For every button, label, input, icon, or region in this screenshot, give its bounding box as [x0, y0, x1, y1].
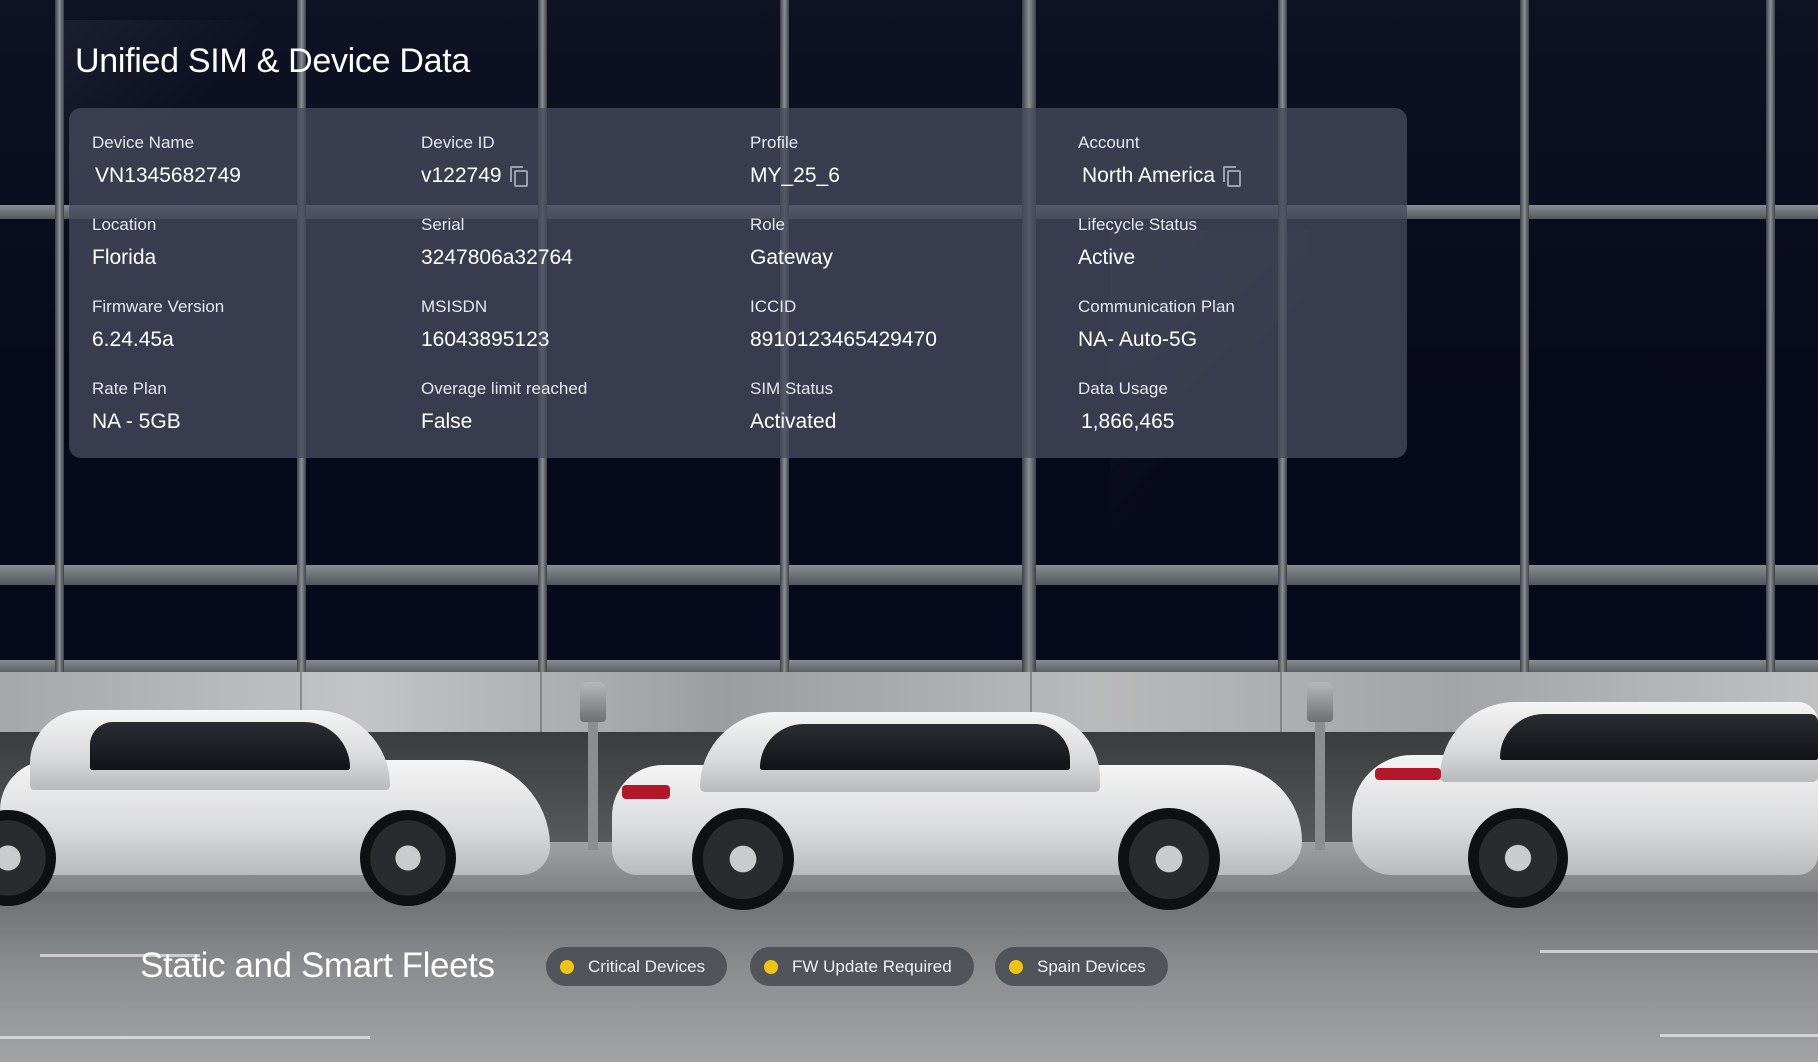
field-label: Serial	[421, 215, 465, 234]
chip-fw-update-required[interactable]: FW Update Required	[750, 947, 974, 986]
field-value: Active	[1078, 246, 1197, 270]
field-serial: Serial 3247806a32764	[421, 215, 573, 270]
field-label: Communication Plan	[1078, 297, 1235, 316]
field-label: Firmware Version	[92, 297, 225, 316]
serial-value: 3247806a32764	[421, 246, 573, 269]
field-value: 16043895123	[421, 328, 549, 352]
field-sim-status: SIM Status Activated	[750, 379, 836, 434]
field-value: VN1345682749	[92, 164, 241, 188]
chip-label: Spain Devices	[1037, 956, 1146, 976]
field-value: Florida	[92, 246, 156, 270]
field-value: Gateway	[750, 246, 833, 270]
facade-beam	[0, 565, 1818, 585]
profile-value: MY_25_6	[750, 164, 840, 187]
device-name-value: VN1345682749	[95, 164, 241, 187]
field-value: 8910123465429470	[750, 328, 937, 352]
field-label: SIM Status	[750, 379, 834, 398]
field-device-name: Device Name VN1345682749	[92, 133, 241, 188]
status-dot-icon	[764, 959, 778, 974]
overage-limit-value: False	[421, 410, 473, 433]
field-label: Data Usage	[1078, 379, 1168, 398]
field-label: Location	[92, 215, 157, 234]
field-value: False	[421, 410, 587, 434]
field-value: NA - 5GB	[92, 410, 181, 434]
field-profile: Profile MY_25_6	[750, 133, 840, 188]
device-data-panel: Device Name VN1345682749 Device ID v1227…	[69, 108, 1407, 458]
field-value: North America	[1078, 164, 1242, 188]
field-label: Rate Plan	[92, 379, 167, 398]
chip-label: FW Update Required	[792, 956, 952, 976]
fleets-title: Static and Smart Fleets	[140, 946, 495, 985]
field-value: NA- Auto-5G	[1078, 328, 1235, 352]
field-value: 3247806a32764	[421, 246, 573, 270]
field-device-id: Device ID v122749	[421, 133, 528, 188]
field-role: Role Gateway	[750, 215, 833, 270]
device-id-value: v122749	[421, 164, 502, 187]
field-data-usage: Data Usage 1,866,465	[1078, 379, 1174, 434]
status-dot-icon	[560, 959, 574, 974]
location-value: Florida	[92, 246, 157, 269]
field-label: Device Name	[92, 133, 195, 152]
parking-meter	[1315, 700, 1325, 850]
field-label: ICCID	[750, 297, 797, 316]
field-rate-plan: Rate Plan NA - 5GB	[92, 379, 181, 434]
facade-mullion	[1520, 0, 1529, 680]
field-location: Location Florida	[92, 215, 156, 270]
field-communication-plan: Communication Plan NA- Auto-5G	[1078, 297, 1235, 352]
chip-spain-devices[interactable]: Spain Devices	[995, 947, 1168, 986]
lane-marking	[1660, 1034, 1818, 1037]
parking-meter-head	[1307, 682, 1333, 722]
firmware-version-value: 6.24.45a	[92, 328, 174, 351]
lifecycle-status-value: Active	[1078, 246, 1136, 269]
copy-icon[interactable]	[1223, 166, 1242, 187]
field-label: MSISDN	[421, 297, 488, 316]
parking-meter	[588, 700, 598, 850]
communication-plan-value: NA- Auto-5G	[1078, 328, 1198, 351]
iccid-value: 8910123465429470	[750, 328, 937, 351]
copy-icon[interactable]	[509, 166, 528, 187]
field-label: Role	[750, 215, 785, 234]
chip-label: Critical Devices	[588, 956, 706, 976]
account-value: North America	[1082, 164, 1216, 187]
field-lifecycle-status: Lifecycle Status Active	[1078, 215, 1197, 270]
field-overage-limit: Overage limit reached False	[421, 379, 587, 434]
chip-critical-devices[interactable]: Critical Devices	[546, 947, 728, 986]
sim-status-value: Activated	[750, 410, 837, 433]
lane-marking	[1540, 950, 1818, 953]
msisdn-value: 16043895123	[421, 328, 550, 351]
status-dot-icon	[1009, 959, 1023, 974]
field-label: Lifecycle Status	[1078, 215, 1198, 234]
page-title: Unified SIM & Device Data	[75, 42, 470, 80]
field-msisdn: MSISDN 16043895123	[421, 297, 549, 352]
field-value: Activated	[750, 410, 836, 434]
marble-seam	[1280, 672, 1282, 732]
field-firmware-version: Firmware Version 6.24.45a	[92, 297, 224, 352]
lane-marking	[0, 1036, 370, 1039]
field-iccid: ICCID 8910123465429470	[750, 297, 937, 352]
field-label: Overage limit reached	[421, 379, 588, 398]
field-value: MY_25_6	[750, 164, 840, 188]
field-value: 1,866,465	[1078, 410, 1174, 434]
role-value: Gateway	[750, 246, 833, 269]
parking-meter-head	[580, 682, 606, 722]
field-label: Device ID	[421, 133, 495, 152]
facade-mullion	[55, 0, 64, 680]
marble-seam	[540, 672, 542, 732]
data-usage-value: 1,866,465	[1081, 410, 1175, 433]
rate-plan-value: NA - 5GB	[92, 410, 181, 433]
facade-mullion	[1766, 0, 1775, 680]
field-label: Profile	[750, 133, 799, 152]
field-value: v122749	[421, 164, 528, 188]
field-account: Account North America	[1078, 133, 1242, 188]
field-label: Account	[1078, 133, 1140, 152]
field-value: 6.24.45a	[92, 328, 224, 352]
